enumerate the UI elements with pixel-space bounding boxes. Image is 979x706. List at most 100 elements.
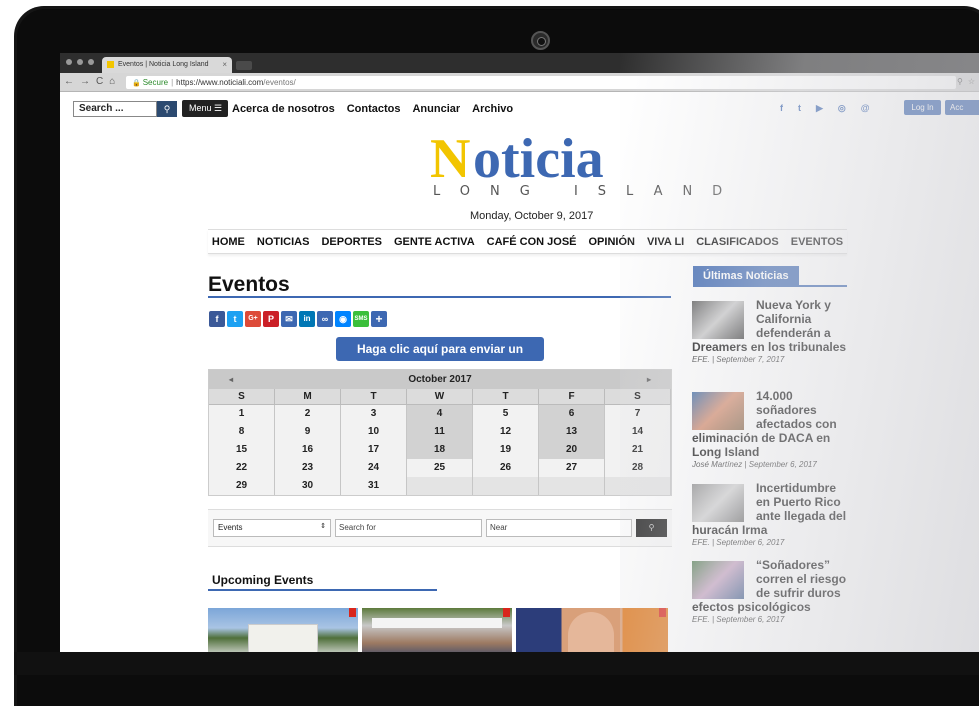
reload-icon[interactable]: C	[96, 76, 103, 87]
news-item-3[interactable]: Incertidumbre en Puerto Rico ante llegad…	[692, 481, 852, 547]
bookmark-star-icon[interactable]: ☆	[968, 77, 975, 86]
nav-viva-li[interactable]: VIVA LI	[647, 236, 684, 253]
event-type-select[interactable]: Events ⇕	[213, 519, 331, 537]
nav-gente-activa[interactable]: GENTE ACTIVA	[394, 236, 475, 253]
nav-deportes[interactable]: DEPORTES	[321, 236, 382, 253]
calendar-next-icon[interactable]: ▸	[647, 370, 651, 389]
share-twitter-icon[interactable]: t	[227, 311, 243, 327]
site-search-input[interactable]: Search ...	[73, 101, 157, 117]
nav-clasificados[interactable]: CLASIFICADOS	[696, 236, 779, 253]
link-anunciar[interactable]: Anunciar	[412, 103, 460, 115]
nav-eventos[interactable]: EVENTOS	[791, 236, 843, 253]
nav-buttons: ← → C ⌂	[64, 76, 115, 87]
calendar-day[interactable]: 21	[605, 441, 671, 459]
calendar-day[interactable]: 30	[275, 477, 341, 495]
minimize-window-dot[interactable]	[77, 59, 83, 65]
calendar-day[interactable]: 4	[407, 405, 473, 423]
calendar-day[interactable]: 23	[275, 459, 341, 477]
share-googleplus-icon[interactable]: G+	[245, 311, 261, 327]
zoom-window-dot[interactable]	[88, 59, 94, 65]
event-card-photo-3[interactable]	[516, 608, 668, 652]
instagram-icon[interactable]: ◎	[838, 103, 846, 114]
email-icon[interactable]: @	[861, 103, 870, 114]
youtube-icon[interactable]: ▶	[816, 103, 823, 114]
back-arrow-icon[interactable]: ←	[64, 76, 74, 87]
home-icon[interactable]: ⌂	[109, 76, 115, 87]
calendar-day[interactable]: 15	[209, 441, 275, 459]
calendar-day[interactable]: 14	[605, 423, 671, 441]
select-caret-icon: ⇕	[320, 523, 326, 530]
tab-close-icon[interactable]: ×	[222, 60, 227, 69]
window-controls[interactable]	[66, 59, 94, 65]
calendar-day[interactable]: 18	[407, 441, 473, 459]
calendar-day[interactable]: 1	[209, 405, 275, 423]
share-sms-icon[interactable]: SMS	[353, 311, 369, 327]
main-nav: HOME NOTICIAS DEPORTES GENTE ACTIVA CAFÉ…	[208, 229, 847, 254]
calendar-day[interactable]: 20	[539, 441, 605, 459]
new-tab-button[interactable]	[236, 61, 252, 70]
twitter-icon[interactable]: t	[798, 103, 801, 114]
calendar-day[interactable]: 2	[275, 405, 341, 423]
calendar-day[interactable]: 27	[539, 459, 605, 477]
event-card-photo-2[interactable]	[362, 608, 512, 652]
news-item-2[interactable]: 14.000 soñadores afectados con eliminaci…	[692, 389, 852, 469]
facebook-icon[interactable]: f	[780, 103, 783, 114]
calendar-day[interactable]: 22	[209, 459, 275, 477]
calendar-day[interactable]: 29	[209, 477, 275, 495]
forward-arrow-icon[interactable]: →	[80, 76, 90, 87]
calendar-day[interactable]: 13	[539, 423, 605, 441]
news-item-1[interactable]: Nueva York y California defenderán a Dre…	[692, 298, 852, 364]
calendar-day[interactable]: 6	[539, 405, 605, 423]
event-card-photo-1[interactable]	[208, 608, 358, 652]
calendar-grid: S M T W T F S 1 2 3 4 5 6 7 8 9 10 11 12 13 14 15 16 17 1…	[209, 389, 671, 495]
nav-noticias[interactable]: NOTICIAS	[257, 236, 310, 253]
calendar-day[interactable]: 10	[341, 423, 407, 441]
calendar-day[interactable]: 12	[473, 423, 539, 441]
filter-search-button[interactable]: ⚲	[636, 519, 667, 537]
link-acerca[interactable]: Acerca de nosotros	[232, 103, 335, 115]
submit-event-button[interactable]: Haga clic aquí para enviar un evento	[336, 337, 544, 380]
share-facebook-icon[interactable]: f	[209, 311, 225, 327]
nav-cafe-con-jose[interactable]: CAFÉ CON JOSÉ	[487, 236, 577, 253]
nav-opinion[interactable]: OPINIÓN	[589, 236, 635, 253]
calendar-day[interactable]: 28	[605, 459, 671, 477]
calendar-day[interactable]: 26	[473, 459, 539, 477]
share-email-icon[interactable]: ✉	[281, 311, 297, 327]
search-button[interactable]: ⚲	[157, 101, 177, 117]
calendar-day[interactable]: 25	[407, 459, 473, 477]
close-window-dot[interactable]	[66, 59, 72, 65]
menu-button[interactable]: Menu ☰	[182, 100, 228, 117]
nav-home[interactable]: HOME	[212, 236, 245, 253]
share-pinterest-icon[interactable]: P	[263, 311, 279, 327]
search-icon: ⚲	[648, 523, 655, 532]
link-archivo[interactable]: Archivo	[472, 103, 513, 115]
account-button[interactable]: Acc	[945, 100, 979, 115]
calendar-day[interactable]: 16	[275, 441, 341, 459]
browser-tab[interactable]: Eventos | Noticia Long Island ×	[102, 57, 232, 73]
calendar-day[interactable]: 17	[341, 441, 407, 459]
calendar-day[interactable]: 7	[605, 405, 671, 423]
event-search-input[interactable]: Search for	[335, 519, 482, 537]
share-link-icon[interactable]: ∞	[317, 311, 333, 327]
calendar-day[interactable]: 8	[209, 423, 275, 441]
zoom-icon[interactable]: ⚲	[957, 77, 963, 86]
share-more-icon[interactable]: +	[371, 311, 387, 327]
calendar-day[interactable]: 9	[275, 423, 341, 441]
share-linkedin-icon[interactable]: in	[299, 311, 315, 327]
calendar-day[interactable]: 24	[341, 459, 407, 477]
link-contactos[interactable]: Contactos	[347, 103, 401, 115]
calendar-empty-cell	[407, 477, 473, 495]
calendar-day[interactable]: 31	[341, 477, 407, 495]
calendar-day[interactable]: 5	[473, 405, 539, 423]
calendar-day[interactable]: 11	[407, 423, 473, 441]
share-messenger-icon[interactable]: ◉	[335, 311, 351, 327]
event-near-input[interactable]: Near	[486, 519, 632, 537]
calendar-day[interactable]: 19	[473, 441, 539, 459]
calendar-prev-icon[interactable]: ◂	[229, 370, 233, 389]
calendar-day[interactable]: 3	[341, 405, 407, 423]
address-bar-row: ← → C ⌂ 🔒 Secure | https://www.noticiali.co…	[60, 73, 979, 92]
login-button[interactable]: Log In	[904, 100, 941, 115]
news-item-4[interactable]: “Soñadores” corren el riesgo de sufrir d…	[692, 558, 852, 624]
site-logo[interactable]: N oticia LONG ISLAND	[430, 131, 722, 201]
url-field[interactable]: 🔒 Secure | https://www.noticiali.com/evento…	[126, 76, 956, 89]
